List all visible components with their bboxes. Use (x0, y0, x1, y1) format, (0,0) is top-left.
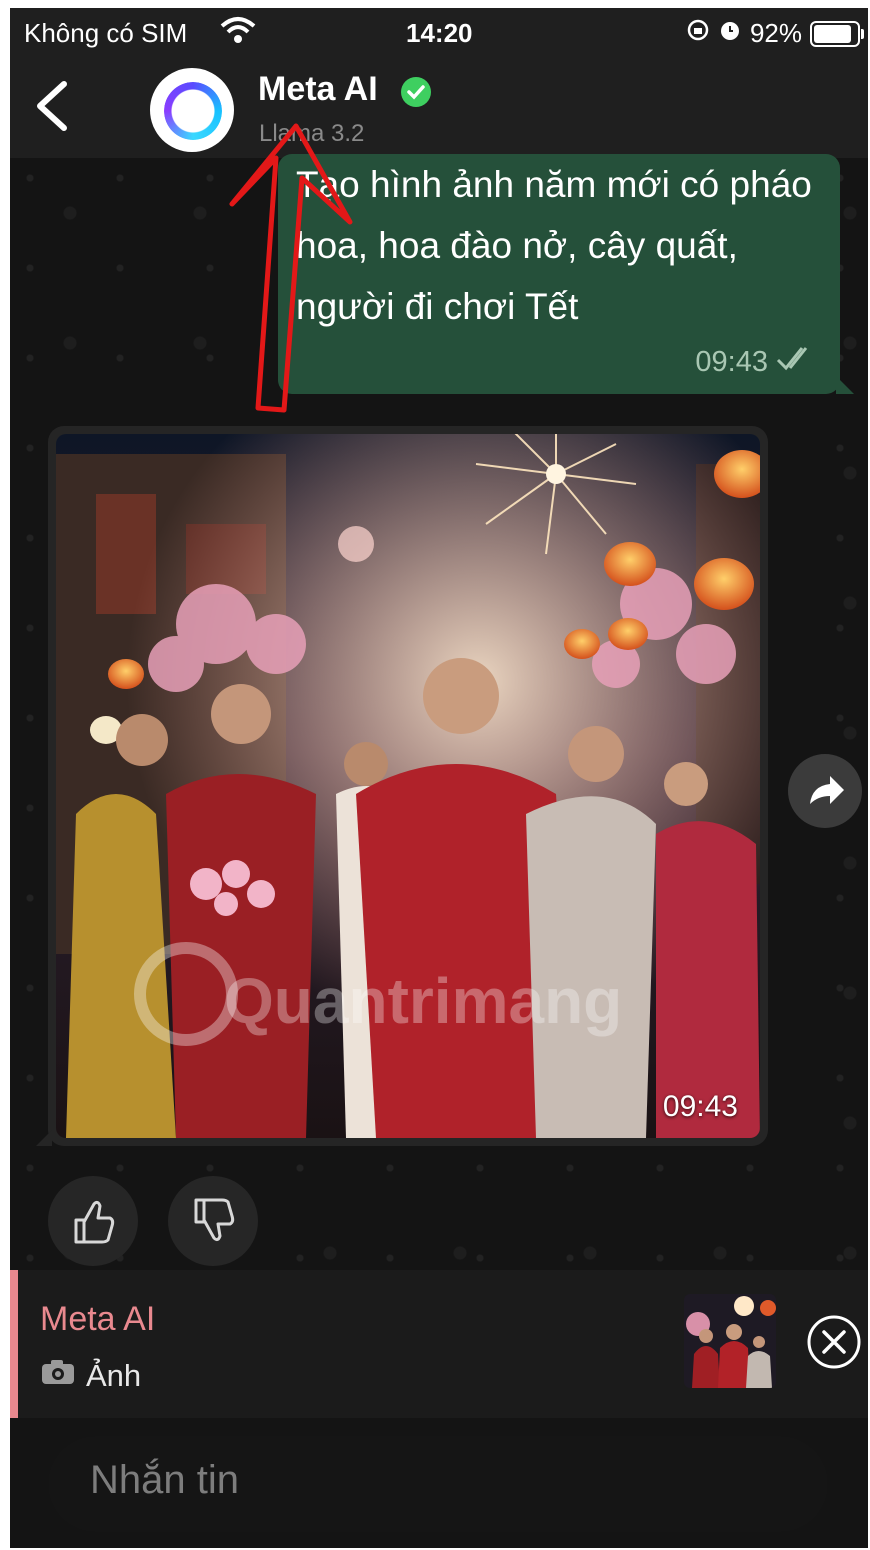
alarm-icon (718, 18, 742, 49)
reply-author: Meta AI (40, 1300, 156, 1338)
reply-type: Ảnh (40, 1358, 141, 1394)
chat-header: Meta AI Llama 3.2 (10, 58, 868, 158)
rotation-lock-icon (686, 18, 710, 49)
meta-ai-logo-icon (164, 82, 222, 140)
reply-accent-bar (10, 1270, 18, 1418)
message-input-placeholder: Nhắn tin (90, 1458, 239, 1502)
avatar[interactable] (150, 68, 234, 152)
message-text: Tạo hình ảnh năm mới có pháo hoa, hoa đà… (296, 164, 812, 327)
message-meta: 09:43 (695, 344, 816, 380)
forward-button[interactable] (788, 754, 862, 828)
bubble-tail (36, 1130, 52, 1146)
battery-fill (814, 24, 851, 43)
chat-area[interactable]: Tạo hình ảnh năm mới có pháo hoa, hoa đà… (10, 154, 868, 1270)
composer: Nhắn tin (10, 1418, 868, 1548)
carrier-label: Không có SIM (24, 18, 188, 48)
status-right: 92% (686, 18, 864, 49)
close-circle-icon (807, 1315, 861, 1369)
image-watermark: Quantrimang (224, 965, 623, 1037)
generated-image[interactable]: Quantrimang 09:43 (56, 434, 760, 1138)
forward-icon (810, 776, 844, 804)
status-bar: Không có SIM 14:20 92% (10, 8, 868, 58)
reply-thumbnail (684, 1294, 776, 1388)
verified-badge-icon (400, 76, 432, 108)
thumbs-down-icon (194, 1198, 235, 1242)
bubble-tail (836, 376, 854, 394)
clock: 14:20 (406, 18, 473, 48)
outgoing-message[interactable]: Tạo hình ảnh năm mới có pháo hoa, hoa đà… (278, 154, 854, 394)
thumbs-up-button[interactable] (48, 1176, 138, 1266)
thumbs-up-icon (74, 1200, 115, 1244)
reply-preview[interactable]: Meta AI Ảnh (10, 1270, 868, 1418)
reply-type-label: Ảnh (86, 1358, 142, 1393)
image-message[interactable]: Quantrimang 09:43 (36, 426, 768, 1146)
camera-icon (40, 1358, 76, 1394)
wifi-icon (220, 16, 256, 53)
close-reply-button[interactable] (806, 1314, 862, 1370)
battery-icon (810, 20, 864, 47)
message-time: 09:43 (695, 345, 768, 378)
battery-percent: 92% (749, 18, 802, 48)
chat-subtitle: Llama 3.2 (259, 120, 365, 147)
back-icon[interactable] (28, 76, 78, 136)
chat-title[interactable]: Meta AI (258, 70, 378, 109)
phone-screen: Không có SIM 14:20 92% Meta AI Llama 3.2… (10, 8, 868, 1548)
thumbs-down-button[interactable] (168, 1176, 258, 1266)
double-check-icon (776, 344, 816, 380)
image-time: 09:43 (662, 1090, 738, 1123)
